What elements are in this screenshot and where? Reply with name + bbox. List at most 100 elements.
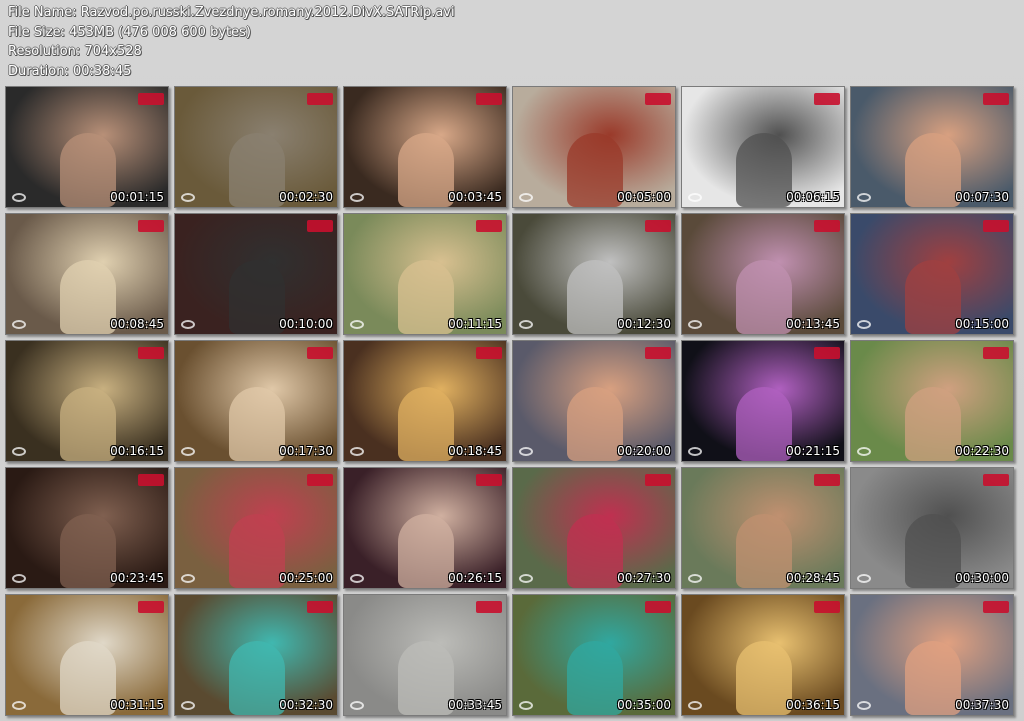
broadcaster-watermark-icon (181, 447, 195, 456)
broadcaster-watermark-icon (181, 574, 195, 583)
broadcaster-watermark-icon (12, 447, 26, 456)
frame-subject (736, 387, 792, 461)
broadcaster-watermark-icon (181, 320, 195, 329)
channel-logo-icon (645, 601, 671, 613)
broadcaster-watermark-icon (350, 320, 364, 329)
frame-subject (905, 387, 961, 461)
thumbnail-timestamp: 00:10:00 (279, 317, 333, 331)
video-thumbnail[interactable]: 00:32:30 (174, 594, 338, 716)
video-thumbnail[interactable]: 00:17:30 (174, 340, 338, 462)
broadcaster-watermark-icon (688, 193, 702, 202)
video-thumbnail[interactable]: 00:26:15 (343, 467, 507, 589)
channel-logo-icon (983, 474, 1009, 486)
thumbnail-timestamp: 00:03:45 (448, 190, 502, 204)
thumbnail-timestamp: 00:36:15 (786, 698, 840, 712)
frame-subject (398, 387, 454, 461)
thumbnail-timestamp: 00:35:00 (617, 698, 671, 712)
broadcaster-watermark-icon (857, 701, 871, 710)
video-thumbnail[interactable]: 00:02:30 (174, 86, 338, 208)
video-thumbnail[interactable]: 00:37:30 (850, 594, 1014, 716)
channel-logo-icon (138, 474, 164, 486)
thumbnail-timestamp: 00:02:30 (279, 190, 333, 204)
channel-logo-icon (983, 601, 1009, 613)
video-thumbnail[interactable]: 00:21:15 (681, 340, 845, 462)
video-thumbnail[interactable]: 00:25:00 (174, 467, 338, 589)
video-thumbnail[interactable]: 00:07:30 (850, 86, 1014, 208)
video-thumbnail[interactable]: 00:12:30 (512, 213, 676, 335)
thumbnail-timestamp: 00:23:45 (110, 571, 164, 585)
channel-logo-icon (814, 601, 840, 613)
video-thumbnail[interactable]: 00:18:45 (343, 340, 507, 462)
video-thumbnail[interactable]: 00:31:15 (5, 594, 169, 716)
frame-subject (229, 260, 285, 334)
video-thumbnail[interactable]: 00:08:45 (5, 213, 169, 335)
broadcaster-watermark-icon (857, 320, 871, 329)
channel-logo-icon (307, 601, 333, 613)
video-thumbnail[interactable]: 00:36:15 (681, 594, 845, 716)
frame-subject (398, 514, 454, 588)
video-thumbnail[interactable]: 00:27:30 (512, 467, 676, 589)
broadcaster-watermark-icon (12, 701, 26, 710)
broadcaster-watermark-icon (519, 447, 533, 456)
frame-subject (229, 387, 285, 461)
frame-subject (60, 260, 116, 334)
video-thumbnail[interactable]: 00:30:00 (850, 467, 1014, 589)
broadcaster-watermark-icon (857, 193, 871, 202)
video-thumbnail[interactable]: 00:16:15 (5, 340, 169, 462)
frame-subject (398, 641, 454, 715)
video-thumbnail[interactable]: 00:15:00 (850, 213, 1014, 335)
video-thumbnail[interactable]: 00:05:00 (512, 86, 676, 208)
thumbnail-timestamp: 00:08:45 (110, 317, 164, 331)
channel-logo-icon (138, 220, 164, 232)
broadcaster-watermark-icon (688, 574, 702, 583)
frame-subject (60, 641, 116, 715)
video-thumbnail[interactable]: 00:03:45 (343, 86, 507, 208)
channel-logo-icon (307, 474, 333, 486)
broadcaster-watermark-icon (350, 701, 364, 710)
thumbnail-timestamp: 00:26:15 (448, 571, 502, 585)
thumbnail-timestamp: 00:05:00 (617, 190, 671, 204)
thumbnail-timestamp: 00:12:30 (617, 317, 671, 331)
broadcaster-watermark-icon (688, 701, 702, 710)
frame-subject (567, 133, 623, 207)
channel-logo-icon (307, 220, 333, 232)
channel-logo-icon (476, 474, 502, 486)
broadcaster-watermark-icon (12, 320, 26, 329)
frame-subject (567, 260, 623, 334)
channel-logo-icon (983, 93, 1009, 105)
broadcaster-watermark-icon (350, 574, 364, 583)
broadcaster-watermark-icon (350, 193, 364, 202)
broadcaster-watermark-icon (519, 193, 533, 202)
frame-subject (567, 641, 623, 715)
broadcaster-watermark-icon (857, 574, 871, 583)
channel-logo-icon (138, 347, 164, 359)
video-thumbnail[interactable]: 00:11:15 (343, 213, 507, 335)
frame-subject (905, 641, 961, 715)
broadcaster-watermark-icon (519, 320, 533, 329)
video-thumbnail[interactable]: 00:01:15 (5, 86, 169, 208)
channel-logo-icon (645, 347, 671, 359)
video-thumbnail[interactable]: 00:28:45 (681, 467, 845, 589)
broadcaster-watermark-icon (857, 447, 871, 456)
broadcaster-watermark-icon (12, 574, 26, 583)
video-thumbnail[interactable]: 00:10:00 (174, 213, 338, 335)
broadcaster-watermark-icon (12, 193, 26, 202)
frame-subject (905, 133, 961, 207)
frame-subject (736, 641, 792, 715)
thumbnail-timestamp: 00:20:00 (617, 444, 671, 458)
video-thumbnail[interactable]: 00:22:30 (850, 340, 1014, 462)
video-thumbnail[interactable]: 00:20:00 (512, 340, 676, 462)
frame-subject (736, 133, 792, 207)
thumbnail-timestamp: 00:11:15 (448, 317, 502, 331)
frame-subject (229, 514, 285, 588)
video-thumbnail[interactable]: 00:23:45 (5, 467, 169, 589)
thumbnail-timestamp: 00:28:45 (786, 571, 840, 585)
frame-subject (60, 387, 116, 461)
broadcaster-watermark-icon (519, 574, 533, 583)
channel-logo-icon (645, 474, 671, 486)
video-thumbnail[interactable]: 00:13:45 (681, 213, 845, 335)
duration-label: Duration: 00:38:45 (8, 63, 132, 79)
video-thumbnail[interactable]: 00:06:15 (681, 86, 845, 208)
video-thumbnail[interactable]: 00:35:00 (512, 594, 676, 716)
video-thumbnail[interactable]: 00:33:45 (343, 594, 507, 716)
